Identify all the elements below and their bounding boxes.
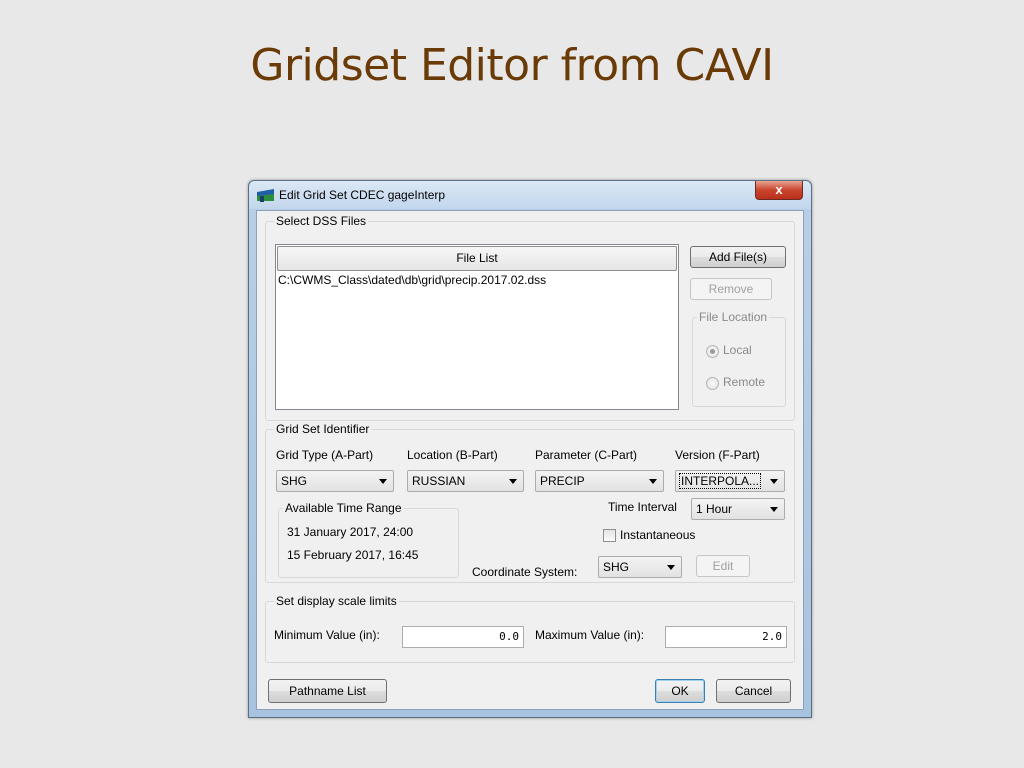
version-label: Version (F-Part) bbox=[675, 448, 760, 462]
grid-set-identifier-group: Grid Set Identifier Grid Type (A-Part) S… bbox=[265, 422, 795, 583]
file-list-item[interactable]: C:\CWMS_Class\dated\db\grid\precip.2017.… bbox=[278, 273, 546, 287]
coordinate-system-label: Coordinate System: bbox=[472, 565, 578, 579]
edit-grid-set-dialog: Edit Grid Set CDEC gageInterp x Select D… bbox=[248, 180, 812, 718]
location-value: RUSSIAN bbox=[412, 474, 466, 488]
parameter-select[interactable]: PRECIP bbox=[535, 470, 664, 492]
minimum-value-label: Minimum Value (in): bbox=[274, 628, 380, 642]
chevron-down-icon bbox=[379, 479, 387, 484]
remote-radio-label: Remote bbox=[723, 375, 766, 389]
edit-coordinate-system-button[interactable]: Edit bbox=[696, 555, 750, 577]
coordinate-system-value: SHG bbox=[603, 560, 630, 574]
time-range-end: 15 February 2017, 16:45 bbox=[287, 548, 419, 562]
cancel-button[interactable]: Cancel bbox=[716, 679, 791, 703]
instantaneous-checkbox[interactable] bbox=[603, 529, 616, 542]
location-label: Location (B-Part) bbox=[407, 448, 498, 462]
close-button[interactable]: x bbox=[755, 181, 803, 200]
file-list-header[interactable]: File List bbox=[277, 246, 677, 271]
minimum-value-input[interactable]: 0.0 bbox=[402, 626, 524, 648]
close-icon: x bbox=[775, 182, 783, 197]
grid-type-value: SHG bbox=[281, 474, 308, 488]
grid-type-label: Grid Type (A-Part) bbox=[276, 448, 374, 462]
group-label: Select DSS Files bbox=[274, 214, 369, 228]
chevron-down-icon bbox=[649, 479, 657, 484]
grid-type-select[interactable]: SHG bbox=[276, 470, 394, 492]
maximum-value-input[interactable]: 2.0 bbox=[665, 626, 787, 648]
ok-button[interactable]: OK bbox=[655, 679, 705, 703]
local-radio-label: Local bbox=[723, 343, 752, 357]
location-select[interactable]: RUSSIAN bbox=[407, 470, 524, 492]
time-interval-select[interactable]: 1 Hour bbox=[691, 498, 785, 520]
chevron-down-icon bbox=[770, 507, 778, 512]
file-location-group: File Location Local Remote bbox=[692, 310, 786, 407]
parameter-label: Parameter (C-Part) bbox=[535, 448, 638, 462]
scale-limits-group: Set display scale limits Minimum Value (… bbox=[265, 594, 795, 663]
version-select[interactable]: INTERPOLA... bbox=[675, 470, 785, 492]
slide-title: Gridset Editor from CAVI bbox=[250, 40, 774, 91]
version-value: INTERPOLA... bbox=[678, 473, 762, 489]
time-range-start: 31 January 2017, 24:00 bbox=[287, 525, 414, 539]
chevron-down-icon bbox=[770, 479, 778, 484]
parameter-value: PRECIP bbox=[540, 474, 585, 488]
select-dss-files-group: Select DSS Files File List C:\CWMS_Class… bbox=[265, 214, 795, 421]
dialog-content: Select DSS Files File List C:\CWMS_Class… bbox=[256, 210, 804, 710]
time-range-label: Available Time Range bbox=[283, 501, 404, 515]
maximum-value-label: Maximum Value (in): bbox=[535, 628, 645, 642]
app-icon bbox=[257, 189, 274, 202]
remove-button[interactable]: Remove bbox=[690, 278, 772, 300]
window-title: Edit Grid Set CDEC gageInterp bbox=[279, 188, 446, 202]
add-files-button[interactable]: Add File(s) bbox=[690, 246, 786, 268]
time-interval-label: Time Interval bbox=[608, 500, 677, 514]
file-list[interactable]: File List C:\CWMS_Class\dated\db\grid\pr… bbox=[275, 244, 679, 410]
local-radio[interactable] bbox=[706, 345, 719, 358]
pathname-list-button[interactable]: Pathname List bbox=[268, 679, 387, 703]
chevron-down-icon bbox=[667, 565, 675, 570]
coordinate-system-select[interactable]: SHG bbox=[598, 556, 682, 578]
time-interval-value: 1 Hour bbox=[696, 502, 733, 516]
title-bar[interactable]: Edit Grid Set CDEC gageInterp x bbox=[249, 181, 811, 209]
chevron-down-icon bbox=[509, 479, 517, 484]
group-label: Grid Set Identifier bbox=[274, 422, 372, 436]
group-label: Set display scale limits bbox=[274, 594, 399, 608]
file-location-label: File Location bbox=[697, 310, 770, 324]
instantaneous-label: Instantaneous bbox=[620, 528, 696, 542]
available-time-range-group: Available Time Range 31 January 2017, 24… bbox=[278, 501, 459, 578]
remote-radio[interactable] bbox=[706, 377, 719, 390]
